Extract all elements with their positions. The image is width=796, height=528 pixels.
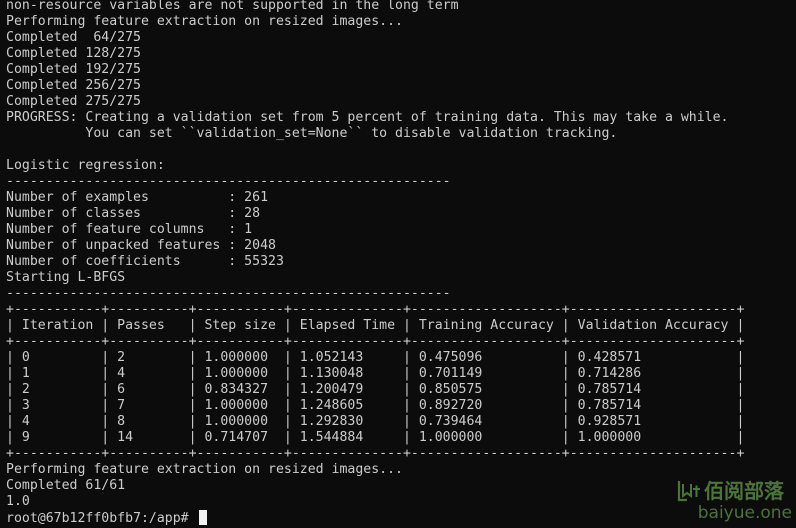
terminal-line: | 0 | 2 | 1.000000 | 1.052143 | 0.475096… xyxy=(6,350,745,365)
watermark-chinese-text: 佰阅部落 xyxy=(704,479,784,503)
terminal-line: Completed 256/275 xyxy=(6,78,141,93)
terminal-line: Completed 64/275 xyxy=(6,30,141,45)
terminal-line: non-resource variables are not supported… xyxy=(6,0,459,13)
terminal-line: Logistic regression: xyxy=(6,158,165,173)
terminal-line: Completed 192/275 xyxy=(6,62,141,77)
terminal-line: Number of examples : 261 xyxy=(6,190,269,205)
terminal-line: Completed 61/61 xyxy=(6,478,126,493)
terminal-line: Performing feature extraction on resized… xyxy=(6,462,403,477)
terminal-line: +-----------+----------+-----------+----… xyxy=(6,446,745,461)
terminal-output: non-resource variables are not supported… xyxy=(6,0,744,526)
terminal-line: Number of coefficients : 55323 xyxy=(6,254,284,269)
shell-prompt-line[interactable]: root@67b12ff0bfb7:/app# xyxy=(6,510,744,526)
terminal-line: | 4 | 8 | 1.000000 | 1.292830 | 0.739464… xyxy=(6,414,745,429)
watermark-domain-text: baiyue.one xyxy=(697,503,792,523)
terminal-line: ----------------------------------------… xyxy=(6,174,451,189)
terminal-line: Completed 275/275 xyxy=(6,94,141,109)
terminal-line: ----------------------------------------… xyxy=(6,286,451,301)
terminal-line: | 9 | 14 | 0.714707 | 1.544884 | 1.00000… xyxy=(6,430,745,445)
shell-prompt: root@67b12ff0bfb7:/app# xyxy=(6,511,197,526)
terminal-line: | Iteration | Passes | Step size | Elaps… xyxy=(6,318,745,333)
terminal-line: Number of classes : 28 xyxy=(6,206,261,221)
terminal-line: +-----------+----------+-----------+----… xyxy=(6,334,745,349)
terminal-line: Number of unpacked features : 2048 xyxy=(6,238,276,253)
watermark: 佰阅部落 baiyue.one xyxy=(676,479,794,525)
text-cursor xyxy=(198,510,207,525)
bookmark-logo-icon xyxy=(677,481,700,502)
terminal-line: | 2 | 6 | 0.834327 | 1.200479 | 0.850575… xyxy=(6,382,745,397)
terminal-window[interactable]: non-resource variables are not supported… xyxy=(0,0,796,528)
terminal-line: | 1 | 4 | 1.000000 | 1.130048 | 0.701149… xyxy=(6,366,745,381)
terminal-line: Completed 128/275 xyxy=(6,46,141,61)
terminal-line: Number of feature columns : 1 xyxy=(6,222,253,237)
terminal-line: | 3 | 7 | 1.000000 | 1.248605 | 0.892720… xyxy=(6,398,745,413)
terminal-line: You can set ``validation_set=None`` to d… xyxy=(6,126,618,141)
terminal-line: +-----------+----------+-----------+----… xyxy=(6,302,745,317)
terminal-line: PROGRESS: Creating a validation set from… xyxy=(6,110,729,125)
terminal-line: 1.0 xyxy=(6,494,30,509)
terminal-line: Performing feature extraction on resized… xyxy=(6,14,403,29)
terminal-line: Starting L-BFGS xyxy=(6,270,126,285)
